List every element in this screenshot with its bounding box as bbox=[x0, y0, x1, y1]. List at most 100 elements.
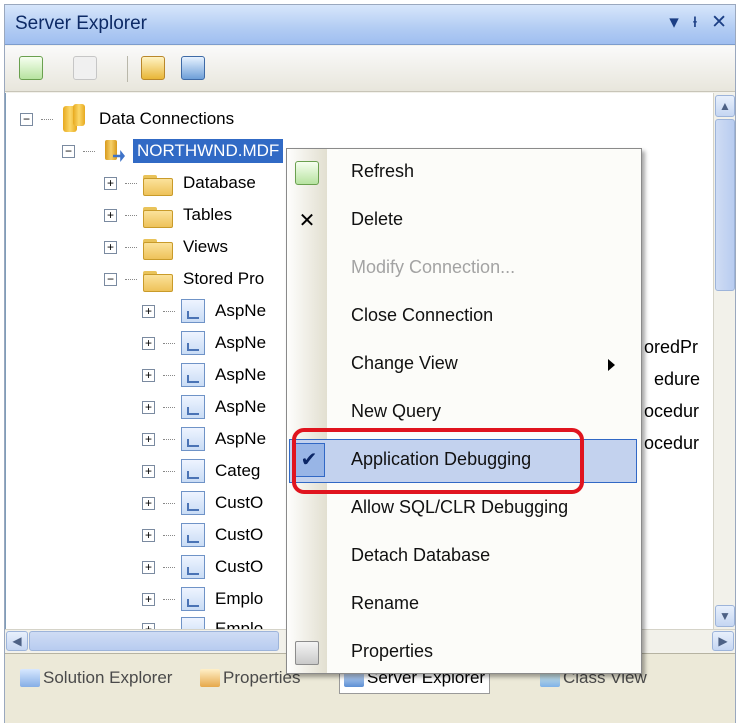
truncated-node-text: edure bbox=[654, 369, 701, 389]
scroll-right-icon[interactable]: ▶ bbox=[712, 631, 734, 651]
expand-icon[interactable]: + bbox=[142, 400, 155, 414]
tree-node-label: Views bbox=[183, 237, 229, 256]
tree-node-label: Stored Pro bbox=[183, 269, 265, 288]
tree-node-label: Data Connections bbox=[99, 109, 235, 128]
tree-node-label: CustO bbox=[215, 493, 264, 512]
expand-icon[interactable]: + bbox=[142, 464, 155, 478]
tree-node-label: AspNe bbox=[215, 301, 267, 320]
dropdown-icon[interactable]: ▾ bbox=[669, 11, 679, 34]
menu-item-application-debugging[interactable]: Application Debugging bbox=[287, 439, 641, 483]
tree-node-label: Emplo bbox=[215, 619, 264, 629]
tree-node-label: Tables bbox=[183, 205, 233, 224]
properties-icon bbox=[295, 641, 319, 665]
expand-icon[interactable]: + bbox=[142, 304, 155, 318]
expand-icon[interactable]: + bbox=[142, 592, 155, 606]
tree-node-folder[interactable]: − Stored Pro bbox=[104, 263, 264, 295]
tree-node-procedure[interactable]: + AspNe bbox=[142, 327, 266, 359]
tree-node-label: CustO bbox=[215, 557, 264, 576]
expand-icon[interactable]: + bbox=[142, 432, 155, 446]
expand-icon[interactable]: + bbox=[142, 368, 155, 382]
expand-icon[interactable]: + bbox=[142, 528, 155, 542]
title-bar: Server Explorer ▾ ᵻ ✕ bbox=[5, 5, 735, 45]
truncated-node-text: oredPr bbox=[644, 337, 699, 357]
folder-icon bbox=[143, 236, 173, 260]
tree-node-folder[interactable]: + Views bbox=[104, 231, 228, 263]
folder-icon bbox=[143, 268, 173, 292]
properties-icon bbox=[200, 669, 220, 687]
vertical-scroll-thumb[interactable] bbox=[715, 119, 735, 291]
tree-node-procedure[interactable]: + AspNe bbox=[142, 295, 266, 327]
folder-icon bbox=[143, 204, 173, 228]
expand-icon[interactable]: + bbox=[142, 336, 155, 350]
menu-item-properties[interactable]: Properties bbox=[287, 631, 641, 675]
menu-item-close-connection[interactable]: Close Connection bbox=[287, 295, 641, 339]
tree-node-connection[interactable]: − NORTHWND.MDF bbox=[62, 135, 284, 167]
tree-node-label: Categ bbox=[215, 461, 261, 480]
scroll-down-icon[interactable]: ▼ bbox=[715, 605, 735, 627]
stored-procedure-icon bbox=[181, 299, 205, 323]
collapse-icon[interactable]: − bbox=[62, 144, 75, 158]
tree-node-folder[interactable]: + Database bbox=[104, 167, 256, 199]
menu-item-rename[interactable]: Rename bbox=[287, 583, 641, 627]
stored-procedure-icon bbox=[181, 363, 205, 387]
stop-refresh-icon[interactable] bbox=[73, 56, 97, 80]
menu-item-refresh[interactable]: Refresh bbox=[287, 151, 641, 195]
menu-item-allow-sql-clr-debugging[interactable]: Allow SQL/CLR Debugging bbox=[287, 487, 641, 531]
menu-item-new-query[interactable]: New Query bbox=[287, 391, 641, 435]
menu-item-change-view[interactable]: Change View bbox=[287, 343, 641, 387]
submenu-arrow-icon bbox=[608, 359, 615, 371]
toolbar-separator bbox=[127, 56, 128, 82]
tree-node-procedure[interactable]: + AspNe bbox=[142, 423, 266, 455]
database-file-icon bbox=[101, 138, 127, 164]
expand-icon[interactable]: + bbox=[104, 176, 117, 190]
tree-node-label: AspNe bbox=[215, 333, 267, 352]
tab-solution-explorer[interactable]: Solution Explorer bbox=[15, 662, 177, 694]
connect-server-icon[interactable] bbox=[181, 56, 205, 80]
menu-item-modify-connection[interactable]: Modify Connection... bbox=[287, 247, 641, 291]
stored-procedure-icon bbox=[181, 523, 205, 547]
expand-icon[interactable]: + bbox=[142, 496, 155, 510]
refresh-toolbar-icon[interactable] bbox=[19, 56, 43, 80]
solution-explorer-icon bbox=[20, 669, 40, 687]
window-title: Server Explorer bbox=[15, 13, 147, 34]
tree-node-label: Database bbox=[183, 173, 256, 192]
menu-item-detach-database[interactable]: Detach Database bbox=[287, 535, 641, 579]
tree-node-procedure[interactable]: + CustO bbox=[142, 487, 263, 519]
tab-label: Solution Explorer bbox=[43, 668, 173, 687]
collapse-icon[interactable]: − bbox=[20, 112, 33, 126]
menu-item-delete[interactable]: ✕ Delete bbox=[287, 199, 641, 243]
stored-procedure-icon bbox=[181, 555, 205, 579]
stored-procedure-icon bbox=[181, 331, 205, 355]
tree-node-data-connections[interactable]: − Data Connections bbox=[20, 103, 234, 135]
scroll-left-icon[interactable]: ◀ bbox=[6, 631, 28, 651]
expand-icon[interactable]: + bbox=[104, 208, 117, 222]
pin-icon[interactable]: ᵻ bbox=[693, 11, 697, 34]
expand-icon[interactable]: + bbox=[104, 240, 117, 254]
stored-procedure-icon bbox=[181, 491, 205, 515]
tree-node-label: AspNe bbox=[215, 365, 267, 384]
expand-icon[interactable]: + bbox=[142, 560, 155, 574]
tree-node-procedure[interactable]: + CustO bbox=[142, 551, 263, 583]
horizontal-scroll-thumb[interactable] bbox=[29, 631, 279, 651]
tree-node-procedure[interactable]: + Categ bbox=[142, 455, 260, 487]
tree-node-folder[interactable]: + Tables bbox=[104, 199, 232, 231]
collapse-icon[interactable]: − bbox=[104, 272, 117, 286]
stored-procedure-icon bbox=[181, 395, 205, 419]
tree-node-label: AspNe bbox=[215, 429, 267, 448]
toolbar bbox=[5, 46, 735, 92]
tree-node-procedure[interactable]: + AspNe bbox=[142, 359, 266, 391]
close-icon[interactable]: ✕ bbox=[711, 11, 727, 34]
tree-node-procedure[interactable]: + Emplo bbox=[142, 613, 263, 629]
stored-procedure-icon bbox=[181, 459, 205, 483]
scroll-up-icon[interactable]: ▲ bbox=[715, 95, 735, 117]
tree-node-procedure[interactable]: + Emplo bbox=[142, 583, 263, 615]
tree-node-procedure[interactable]: + AspNe bbox=[142, 391, 266, 423]
connect-database-icon[interactable] bbox=[141, 56, 165, 80]
tree-node-label: CustO bbox=[215, 525, 264, 544]
tree-node-procedure[interactable]: + CustO bbox=[142, 519, 263, 551]
context-menu: Refresh ✕ Delete Modify Connection... Cl… bbox=[286, 148, 642, 674]
stored-procedure-icon bbox=[181, 587, 205, 611]
data-connections-icon bbox=[59, 104, 89, 134]
vertical-scrollbar[interactable]: ▲ ▼ bbox=[713, 93, 735, 629]
stored-procedure-icon bbox=[181, 427, 205, 451]
